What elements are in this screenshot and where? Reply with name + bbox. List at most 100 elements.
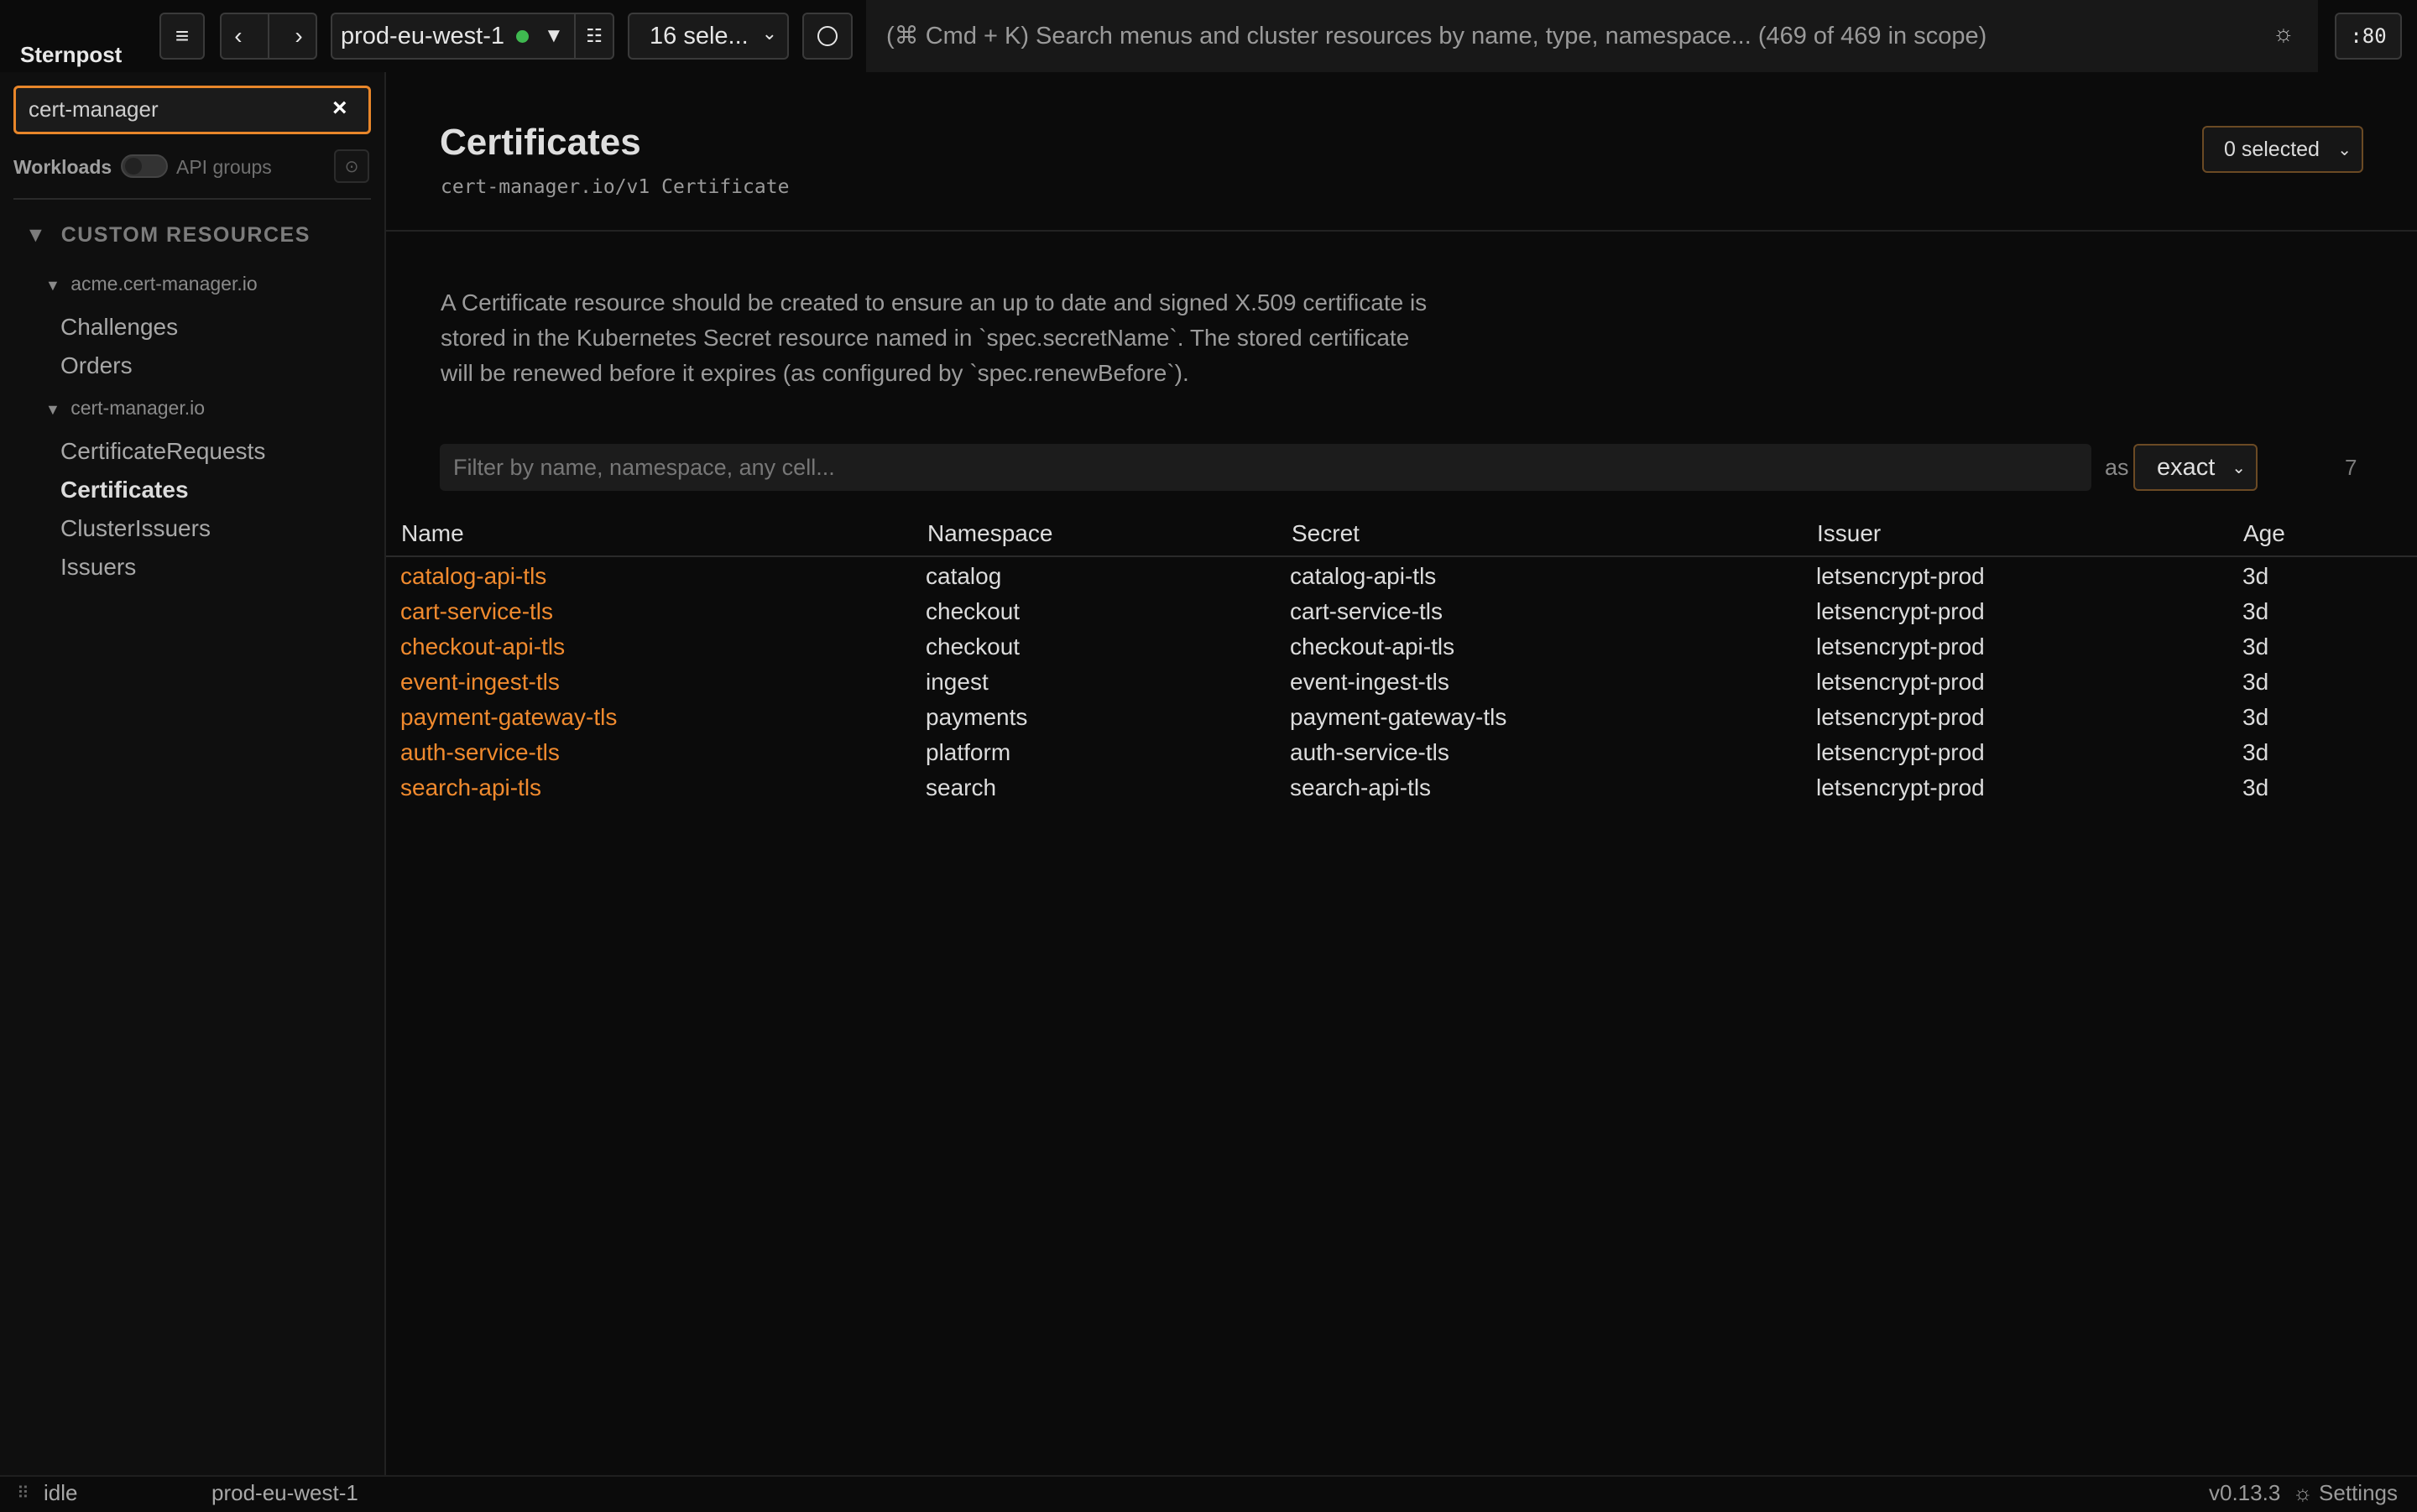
cell-issuer: letsencrypt-prod xyxy=(1816,704,1985,730)
column-header-name[interactable]: Name xyxy=(401,520,464,547)
selection-value: 0 selected xyxy=(2224,137,2320,161)
cell-namespace: checkout xyxy=(926,598,1021,624)
app-name: Sternpost xyxy=(20,42,123,67)
sidebar-item-challenges[interactable]: Challenges xyxy=(60,314,178,341)
page-title: Certificates xyxy=(440,122,641,163)
api-version: cert-manager.io/v1 Certificate xyxy=(441,176,790,198)
menu-button[interactable]: ≡ xyxy=(159,13,205,60)
match-mode-label: as xyxy=(2105,455,2129,480)
status-bar xyxy=(0,1475,2417,1512)
header-divider xyxy=(386,230,2417,232)
cell-namespace: payments xyxy=(926,704,1028,730)
cell-namespace: checkout xyxy=(926,633,1021,660)
theme-icon[interactable]: ☼ xyxy=(2273,20,2294,47)
chevron-down-icon: ⌄ xyxy=(2232,459,2246,477)
group-acme-cert-manager[interactable]: ▼ acme.cert-manager.io xyxy=(45,273,258,295)
nav-divider xyxy=(267,14,269,58)
refresh-button[interactable] xyxy=(802,13,853,60)
menu-icon: ≡ xyxy=(175,23,190,49)
cell-namespace: platform xyxy=(926,739,1011,765)
custom-resources-header[interactable]: ▼ CUSTOM RESOURCES xyxy=(25,223,311,248)
cell-name[interactable]: auth-service-tls xyxy=(400,739,560,766)
cell-name[interactable]: cart-service-tls xyxy=(400,598,553,625)
cell-secret: checkout-api-tls xyxy=(1290,633,1455,660)
sidebar-reset-button[interactable]: ⊙ xyxy=(334,149,369,183)
namespace-selector-value: 16 sele... xyxy=(650,22,749,50)
cell-secret: search-api-tls xyxy=(1290,774,1432,800)
circle-icon xyxy=(817,26,838,46)
column-header-namespace[interactable]: Namespace xyxy=(927,520,1052,547)
cell-namespace: ingest xyxy=(926,669,989,695)
group-cert-manager[interactable]: ▼ cert-manager.io xyxy=(45,397,205,420)
cell-secret: event-ingest-tls xyxy=(1290,669,1449,695)
cell-secret: payment-gateway-tls xyxy=(1290,704,1507,730)
api-groups-toggle[interactable] xyxy=(121,154,168,178)
namespace-selector[interactable]: 16 sele... ⌄ xyxy=(628,13,789,60)
clear-icon[interactable]: × xyxy=(332,94,347,123)
resource-description: A Certificate resource should be created… xyxy=(441,289,1428,386)
cluster-name: prod-eu-west-1 xyxy=(341,22,505,50)
toggle-knob xyxy=(125,158,142,175)
table-filter-placeholder[interactable]: Filter by name, namespace, any cell... xyxy=(453,455,835,481)
cell-name[interactable]: event-ingest-tls xyxy=(400,669,560,696)
status-cluster: prod-eu-west-1 xyxy=(211,1480,358,1505)
target-icon: ⊙ xyxy=(344,157,359,176)
cluster-caret-icon: ▼ xyxy=(544,24,564,47)
sidebar-divider xyxy=(13,198,371,200)
group-label: cert-manager.io xyxy=(70,397,206,419)
cell-issuer: letsencrypt-prod xyxy=(1816,739,1985,765)
cell-age: 3d xyxy=(2242,739,2269,765)
sidebar-search-value[interactable]: cert-manager xyxy=(29,96,159,123)
sidebar-item-orders[interactable]: Orders xyxy=(60,352,133,379)
cell-name[interactable]: checkout-api-tls xyxy=(400,633,565,660)
grip-icon[interactable]: ⠿ xyxy=(17,1483,29,1504)
cell-age: 3d xyxy=(2242,774,2269,800)
cell-namespace: catalog xyxy=(926,563,1002,589)
cluster-selector[interactable]: prod-eu-west-1 ▼ ☷ xyxy=(331,13,614,60)
table-header-divider xyxy=(386,555,2417,557)
chevron-down-icon: ⌄ xyxy=(2337,141,2352,159)
sidebar-item-clusterissuers[interactable]: ClusterIssuers xyxy=(60,515,211,542)
cluster-status-dot xyxy=(516,29,530,43)
cell-issuer: letsencrypt-prod xyxy=(1816,563,1985,589)
cell-secret: auth-service-tls xyxy=(1290,739,1449,765)
caret-down-icon: ▼ xyxy=(25,223,48,247)
back-button[interactable]: ‹ xyxy=(234,23,242,50)
caret-down-icon: ▼ xyxy=(45,401,60,418)
forward-button[interactable]: › xyxy=(295,23,302,50)
settings-button[interactable]: ☼ Settings xyxy=(2293,1480,2398,1506)
cell-age: 3d xyxy=(2242,633,2269,660)
cell-age: 3d xyxy=(2242,598,2269,624)
column-header-age[interactable]: Age xyxy=(2243,520,2285,547)
custom-resources-title: CUSTOM RESOURCES xyxy=(60,223,311,247)
cell-name[interactable]: catalog-api-tls xyxy=(400,563,546,590)
cell-issuer: letsencrypt-prod xyxy=(1816,669,1985,695)
selection-dropdown[interactable]: 0 selected ⌄ xyxy=(2202,126,2363,173)
cell-name[interactable]: search-api-tls xyxy=(400,774,541,801)
sidebar-item-certificaterequests[interactable]: CertificateRequests xyxy=(60,438,265,465)
status-state: idle xyxy=(44,1480,78,1505)
app-version: v0.13.3 xyxy=(2209,1480,2281,1505)
sidebar-item-certificates[interactable]: Certificates xyxy=(60,477,189,503)
match-mode-value: exact xyxy=(2157,453,2216,481)
cell-issuer: letsencrypt-prod xyxy=(1816,598,1985,624)
cell-issuer: letsencrypt-prod xyxy=(1816,774,1985,800)
cell-issuer: letsencrypt-prod xyxy=(1816,633,1985,660)
workloads-label: Workloads xyxy=(13,156,112,178)
sidebar-item-issuers[interactable]: Issuers xyxy=(60,554,136,581)
cell-namespace: search xyxy=(926,774,997,800)
cell-secret: cart-service-tls xyxy=(1290,598,1443,624)
cluster-grid-button[interactable]: ☷ xyxy=(574,14,613,58)
port-label: :80 xyxy=(2350,24,2387,48)
row-count: 7 xyxy=(2345,455,2357,480)
cell-secret: catalog-api-tls xyxy=(1290,563,1437,589)
global-search-input[interactable]: (⌘ Cmd + K) Search menus and cluster res… xyxy=(886,21,1986,50)
group-label: acme.cert-manager.io xyxy=(70,273,258,295)
column-header-secret[interactable]: Secret xyxy=(1292,520,1360,547)
port-button[interactable]: :80 xyxy=(2335,13,2402,60)
match-mode-select[interactable]: exact ⌄ xyxy=(2133,444,2258,491)
cell-age: 3d xyxy=(2242,563,2269,589)
column-header-issuer[interactable]: Issuer xyxy=(1817,520,1881,547)
history-nav: ‹ › xyxy=(220,13,317,60)
cell-name[interactable]: payment-gateway-tls xyxy=(400,704,617,731)
